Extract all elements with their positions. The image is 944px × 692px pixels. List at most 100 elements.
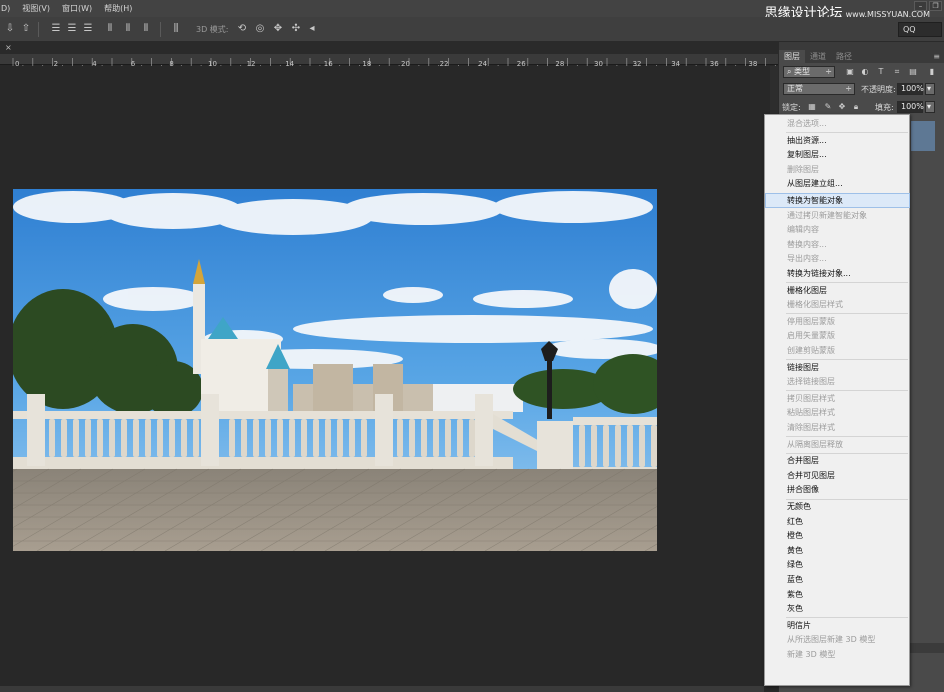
- close-icon[interactable]: ×: [5, 43, 12, 53]
- baluster: [651, 425, 657, 467]
- filter-type-select[interactable]: ⌕ 类型 ÷: [783, 66, 835, 78]
- baluster: [109, 419, 115, 457]
- toolbar-divider: [160, 22, 161, 37]
- baluster: [433, 419, 439, 457]
- context-menu-item[interactable]: 红色: [766, 515, 909, 528]
- filter-toggle-icon[interactable]: ▮: [927, 67, 937, 77]
- lock-position-icon[interactable]: ✥: [837, 102, 847, 112]
- context-menu-item[interactable]: 拼合图像: [766, 483, 909, 496]
- context-menu-item: 启用矢量蒙版: [787, 331, 835, 341]
- blend-mode-select[interactable]: 正常 ÷: [783, 83, 855, 95]
- type-filter-icon[interactable]: T: [876, 67, 886, 77]
- baluster: [639, 425, 645, 467]
- align-top-icon[interactable]: ☰: [50, 23, 62, 35]
- baluster: [445, 419, 451, 457]
- lock-transparent-icon[interactable]: ▦: [807, 102, 817, 112]
- baluster: [61, 419, 67, 457]
- baluster: [85, 419, 91, 457]
- slide-3d-icon[interactable]: ✣: [290, 23, 302, 35]
- context-menu-item[interactable]: 合并图层: [766, 454, 909, 467]
- tab-layers[interactable]: 图层: [779, 50, 805, 63]
- context-menu-item[interactable]: 无颜色: [766, 500, 909, 513]
- distribute-icon[interactable]: ⫼: [170, 23, 182, 35]
- align-hcenter-icon[interactable]: ⫴: [122, 23, 134, 35]
- context-menu-item: 停用图层蒙版: [787, 316, 835, 326]
- horizontal-ruler: 0 2 4 6 8 10 12 14 16 18 20 22 24 26 28 30 32 34 36 38: [0, 54, 778, 69]
- baluster: [409, 419, 415, 457]
- baluster: [313, 419, 319, 457]
- blend-mode-value: 正常: [787, 84, 803, 93]
- tab-paths[interactable]: 路径: [831, 50, 857, 63]
- pan-3d-icon[interactable]: ✥: [272, 23, 284, 35]
- baluster: [193, 419, 199, 457]
- align-right-icon[interactable]: ⫴: [140, 23, 152, 35]
- status-bar: [0, 686, 764, 692]
- align-vcenter-icon[interactable]: ☰: [66, 23, 78, 35]
- context-menu-item[interactable]: 紫色: [766, 588, 909, 601]
- context-menu-item[interactable]: 明信片: [766, 619, 909, 632]
- context-menu-item[interactable]: 栅格化图层: [766, 284, 909, 297]
- pixel-filter-icon[interactable]: ▣: [845, 67, 855, 77]
- menu-item-view[interactable]: 视图(V): [16, 3, 56, 14]
- options-bar: ⇩ ⇧ ☰ ☰ ☰ ⫴ ⫴ ⫴ ⫼ 3D 模式: ⟲ ◎ ✥ ✣ ◂ QQ: [0, 17, 944, 42]
- opacity-label: 不透明度:: [861, 85, 896, 94]
- workspace-select[interactable]: QQ: [898, 22, 942, 37]
- fill-dropdown[interactable]: ▾: [925, 101, 935, 113]
- toolbar-divider: [38, 22, 39, 37]
- baluster: [265, 419, 271, 457]
- panel-menu-icon[interactable]: ≡: [933, 50, 944, 63]
- baluster: [361, 419, 367, 457]
- move-tool-icon[interactable]: ⇩: [4, 23, 16, 35]
- align-icon[interactable]: ⇧: [20, 23, 32, 35]
- context-menu-item[interactable]: 从图层建立组...: [766, 177, 909, 190]
- context-menu-item: 编辑内容: [787, 225, 819, 235]
- context-menu-item[interactable]: 抽出资源...: [766, 134, 909, 147]
- menu-item-window[interactable]: 窗口(W): [56, 3, 98, 14]
- baluster: [301, 419, 307, 457]
- context-menu-item[interactable]: 蓝色: [766, 573, 909, 586]
- filter-type-label: 类型: [794, 67, 811, 76]
- baluster: [469, 419, 475, 457]
- lock-all-icon[interactable]: 🔒︎: [851, 102, 861, 112]
- shape-filter-icon[interactable]: ⌗: [892, 67, 902, 77]
- context-menu-item: 新建 3D 模型: [787, 650, 836, 659]
- context-menu-item: 选择链接图层: [787, 377, 835, 387]
- lock-paint-icon[interactable]: ✎: [823, 102, 833, 112]
- context-menu-item[interactable]: 灰色: [766, 602, 909, 615]
- minimize-icon[interactable]: –: [914, 1, 927, 11]
- baluster: [97, 419, 103, 457]
- context-menu-item[interactable]: 转换为智能对象: [765, 193, 910, 208]
- context-menu-item[interactable]: 黄色: [766, 544, 909, 557]
- opacity-input[interactable]: 100%: [897, 83, 924, 95]
- fill-input[interactable]: 100%: [897, 101, 924, 113]
- baluster: [253, 419, 259, 457]
- context-menu-item[interactable]: 链接图层: [766, 361, 909, 374]
- tab-channels[interactable]: 通道: [805, 50, 831, 63]
- orbit-3d-icon[interactable]: ⟲: [236, 23, 248, 35]
- baluster: [169, 419, 175, 457]
- opacity-dropdown[interactable]: ▾: [925, 83, 935, 95]
- context-menu-item[interactable]: 橙色: [766, 529, 909, 542]
- context-menu-item[interactable]: 复制图层...: [766, 148, 909, 161]
- camera-3d-icon[interactable]: ◂: [306, 23, 318, 35]
- menu-item-partial[interactable]: D): [0, 4, 16, 13]
- context-menu-item[interactable]: 转换为链接对象...: [766, 267, 909, 280]
- baluster: [145, 419, 151, 457]
- context-menu-item: 替换内容...: [787, 239, 827, 249]
- chevron-down-icon: ÷: [845, 84, 852, 93]
- document-tab-strip: ×: [0, 42, 778, 54]
- align-left-icon[interactable]: ⫴: [104, 23, 116, 35]
- adjustment-filter-icon[interactable]: ◐: [860, 67, 870, 77]
- context-menu-item[interactable]: 合并可见图层: [766, 469, 909, 482]
- castle-photo[interactable]: [13, 189, 657, 551]
- context-menu-item[interactable]: 绿色: [766, 558, 909, 571]
- smart-object-filter-icon[interactable]: ▤: [908, 67, 918, 77]
- selected-layer-row[interactable]: [911, 121, 935, 151]
- menu-item-help[interactable]: 帮助(H): [98, 3, 138, 14]
- roll-3d-icon[interactable]: ◎: [254, 23, 266, 35]
- restore-icon[interactable]: ❐: [929, 1, 942, 11]
- align-bottom-icon[interactable]: ☰: [82, 23, 94, 35]
- baluster: [133, 419, 139, 457]
- baluster: [397, 419, 403, 457]
- panel-tabs: 图层 通道 路径 ≡: [779, 50, 944, 63]
